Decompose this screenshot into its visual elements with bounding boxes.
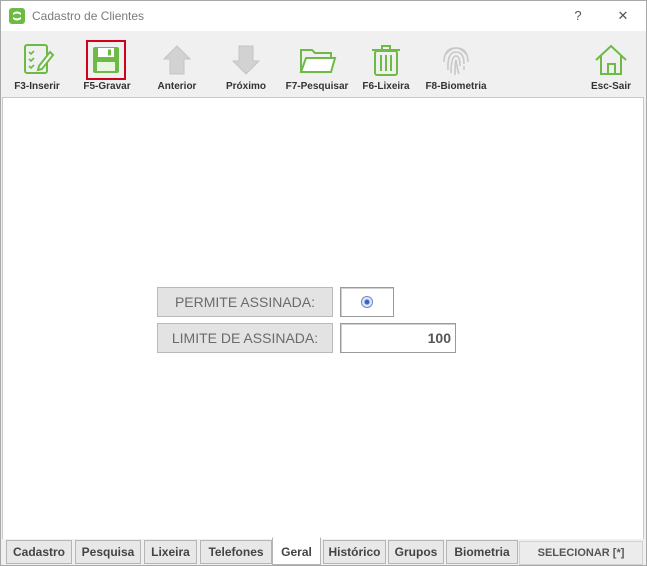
signature-limit-value: 100 [427, 330, 451, 346]
toolbar: F3-Inserir F5-Gravar Anterior Próximo F7… [1, 31, 646, 97]
tab-pesquisa[interactable]: Pesquisa [75, 540, 141, 564]
next-button[interactable]: Próximo [216, 37, 276, 95]
folder-icon [299, 49, 337, 73]
tab-biometria[interactable]: Biometria [446, 540, 518, 564]
app-window: Cadastro de Clientes ? ✕ F3-Inserir F5-G… [0, 0, 647, 566]
signature-limit-input[interactable]: 100 [340, 323, 456, 353]
trash-can-icon [372, 45, 400, 76]
exit-label: Esc-Sair [590, 81, 632, 92]
next-label: Próximo [225, 81, 266, 92]
tab-telefones[interactable]: Telefones [200, 540, 272, 564]
tab-lixeira[interactable]: Lixeira [144, 540, 197, 564]
biometry-label: F8-Biometria [425, 81, 487, 92]
arrow-down-icon [231, 45, 261, 75]
trash-button[interactable]: F6-Lixeira [357, 37, 415, 95]
exit-button[interactable]: Esc-Sair [586, 37, 636, 95]
previous-button[interactable]: Anterior [147, 37, 207, 95]
permit-signature-radio[interactable] [361, 296, 373, 308]
form-panel: PERMITE ASSINADA: LIMITE DE ASSINADA: 10… [2, 97, 644, 541]
tab-cadastro[interactable]: Cadastro [6, 540, 72, 564]
select-button[interactable]: SELECIONAR [*] [519, 541, 643, 565]
save-button[interactable]: F5-Gravar [77, 37, 137, 95]
search-label: F7-Pesquisar [285, 81, 349, 92]
previous-label: Anterior [157, 81, 197, 92]
tab-grupos[interactable]: Grupos [388, 540, 444, 564]
edit-form-icon [24, 44, 55, 74]
tab-geral[interactable]: Geral [272, 537, 321, 565]
biometry-button[interactable]: F8-Biometria [422, 37, 490, 95]
app-logo-icon [9, 8, 25, 24]
tab-historico[interactable]: Histórico [323, 540, 386, 564]
permit-signature-label: PERMITE ASSINADA: [157, 287, 333, 317]
trash-label: F6-Lixeira [362, 81, 410, 92]
title-bar: Cadastro de Clientes ? ✕ [1, 1, 646, 31]
search-button[interactable]: F7-Pesquisar [284, 37, 350, 95]
insert-button[interactable]: F3-Inserir [7, 37, 67, 95]
window-title: Cadastro de Clientes [32, 9, 145, 23]
home-icon [595, 44, 627, 75]
tab-bar: Cadastro Pesquisa Lixeira Telefones Gera… [1, 537, 646, 565]
save-label: F5-Gravar [83, 81, 131, 92]
arrow-up-icon [162, 45, 192, 75]
close-button[interactable]: ✕ [611, 5, 635, 27]
insert-label: F3-Inserir [14, 81, 60, 92]
floppy-disk-icon [86, 40, 126, 80]
signature-limit-label: LIMITE DE ASSINADA: [157, 323, 333, 353]
help-button[interactable]: ? [566, 5, 590, 27]
permit-signature-radio-box[interactable] [340, 287, 394, 317]
fingerprint-icon [443, 47, 469, 76]
